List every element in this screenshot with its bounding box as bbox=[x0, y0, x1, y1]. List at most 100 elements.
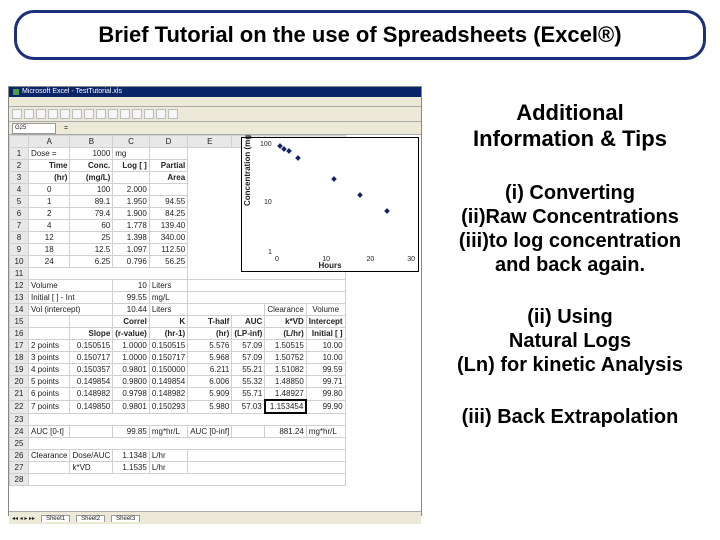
item3-l1: (iii) Back Extrapolation bbox=[462, 406, 679, 428]
item2-l1: (ii) Using bbox=[527, 306, 613, 328]
ytick: 10 bbox=[264, 199, 272, 206]
cell: 0.150717 bbox=[149, 352, 187, 364]
cell: k*VD bbox=[70, 462, 113, 474]
cell: 24 bbox=[29, 256, 70, 268]
cell: 4 bbox=[29, 220, 70, 232]
cell: Vol (intercept) bbox=[29, 304, 113, 316]
embedded-chart: Concentration (mg/L) 100 10 1 0 10 20 30 bbox=[241, 137, 419, 272]
cell: 0 bbox=[29, 184, 70, 196]
cell: 55.21 bbox=[232, 364, 265, 376]
cell bbox=[188, 450, 345, 462]
cell: 1.50752 bbox=[265, 352, 306, 364]
chart-point bbox=[384, 209, 390, 215]
cell bbox=[188, 462, 345, 474]
toolbar-btn bbox=[132, 109, 142, 119]
excel-grid: A B C D E F G H 1 Dose = 1000 mg bbox=[9, 135, 421, 511]
item1-l1: (i) Converting bbox=[505, 182, 635, 204]
sheet-tab: Sheet1 bbox=[41, 515, 70, 522]
cell: 0.150515 bbox=[70, 340, 113, 352]
row-15: 15CorrelKT-halfAUCk*VDIntercept bbox=[10, 316, 346, 328]
row-27: 27k*VD1.1535L/hr bbox=[10, 462, 346, 474]
cell: 99.85 bbox=[113, 426, 150, 438]
chart-xlabel: Hours bbox=[242, 261, 418, 270]
cell: mg*hr/L bbox=[149, 426, 187, 438]
toolbar-btn bbox=[72, 109, 82, 119]
cell: 1 bbox=[29, 196, 70, 208]
row-22: 227 points0.1498500.98010.1502935.98057.… bbox=[10, 400, 346, 413]
cell: Dose = bbox=[29, 148, 70, 160]
cell: 79.4 bbox=[70, 208, 113, 220]
excel-formula-bar: G25 = bbox=[9, 122, 421, 135]
cell: 25 bbox=[70, 232, 113, 244]
cell: 100 bbox=[70, 184, 113, 196]
cell: 6.25 bbox=[70, 256, 113, 268]
cell: Clearance bbox=[29, 450, 70, 462]
cell: 6 points bbox=[29, 388, 70, 401]
ytick: 1 bbox=[268, 249, 272, 256]
cell: 1.778 bbox=[113, 220, 150, 232]
row-21: 216 points0.1489820.97980.1489825.90955.… bbox=[10, 388, 346, 401]
cell: 84.25 bbox=[149, 208, 187, 220]
cell: 0.150717 bbox=[70, 352, 113, 364]
cell: AUC bbox=[232, 316, 265, 328]
cell: 5.909 bbox=[188, 388, 232, 401]
cell: 99.59 bbox=[306, 364, 345, 376]
toolbar-btn bbox=[12, 109, 22, 119]
toolbar-btn bbox=[168, 109, 178, 119]
cell bbox=[29, 316, 70, 328]
cell: (r-value) bbox=[113, 328, 150, 340]
cell: 0.150357 bbox=[70, 364, 113, 376]
cell: Initial [ ] bbox=[306, 328, 345, 340]
cell: 1.900 bbox=[113, 208, 150, 220]
cell: 56.25 bbox=[149, 256, 187, 268]
cell: 0.150515 bbox=[149, 340, 187, 352]
chart-point bbox=[331, 176, 337, 182]
cell: 3 points bbox=[29, 352, 70, 364]
cell: 7 points bbox=[29, 400, 70, 413]
cell: (hr) bbox=[188, 328, 232, 340]
excel-statusbar: ◂◂ ◂ ▸ ▸▸ Sheet1 Sheet2 Sheet3 bbox=[9, 511, 421, 524]
excel-titlebar: Microsoft Excel - TestTutorial.xls bbox=[9, 87, 421, 97]
cell: 18 bbox=[29, 244, 70, 256]
corner-cell bbox=[10, 136, 29, 148]
toolbar-btn bbox=[24, 109, 34, 119]
cell: 340.00 bbox=[149, 232, 187, 244]
row-14: 14Vol (intercept)10.44LitersClearanceVol… bbox=[10, 304, 346, 316]
excel-toolbar bbox=[9, 107, 421, 122]
cell: 1.398 bbox=[113, 232, 150, 244]
col-E: E bbox=[188, 136, 232, 148]
toolbar-btn bbox=[60, 109, 70, 119]
col-A: A bbox=[29, 136, 70, 148]
col-D: D bbox=[149, 136, 187, 148]
cell: 99.71 bbox=[306, 376, 345, 388]
cell: 10 bbox=[113, 280, 150, 292]
row-20: 205 points0.1498540.98000.1498546.00655.… bbox=[10, 376, 346, 388]
cell: 1.0000 bbox=[113, 352, 150, 364]
cell: 1.48850 bbox=[265, 376, 306, 388]
slide-title: Brief Tutorial on the use of Spreadsheet… bbox=[98, 22, 621, 48]
cell: T-half bbox=[188, 316, 232, 328]
cell: 1000 bbox=[70, 148, 113, 160]
cell: 139.40 bbox=[149, 220, 187, 232]
cell: 10.00 bbox=[306, 340, 345, 352]
row-18: 183 points0.1507171.00000.1507175.96857.… bbox=[10, 352, 346, 364]
cell bbox=[232, 426, 265, 438]
cell: Volume bbox=[306, 304, 345, 316]
chart-point bbox=[358, 192, 364, 198]
item1-l4: and back again. bbox=[495, 254, 645, 276]
cell: 0.148982 bbox=[149, 388, 187, 401]
slide: Brief Tutorial on the use of Spreadsheet… bbox=[0, 0, 720, 540]
cell: mg*hr/L bbox=[306, 426, 345, 438]
cell: 4 points bbox=[29, 364, 70, 376]
toolbar-btn bbox=[156, 109, 166, 119]
row-13: 13Initial [ ] - Int99.55mg/L bbox=[10, 292, 346, 304]
right-item-2: (ii) Using Natural Logs (Ln) for kinetic… bbox=[430, 305, 710, 377]
row-25: 25 bbox=[10, 438, 346, 450]
row-16: 16Slope(r-value)(hr-1)(hr)(LP-inf)(L/hr)… bbox=[10, 328, 346, 340]
cell: Dose/AUC bbox=[70, 450, 113, 462]
cell: Slope bbox=[70, 328, 113, 340]
cell: Log [ ] bbox=[113, 160, 150, 172]
toolbar-btn bbox=[96, 109, 106, 119]
cell: 10.00 bbox=[306, 352, 345, 364]
toolbar-btn bbox=[144, 109, 154, 119]
